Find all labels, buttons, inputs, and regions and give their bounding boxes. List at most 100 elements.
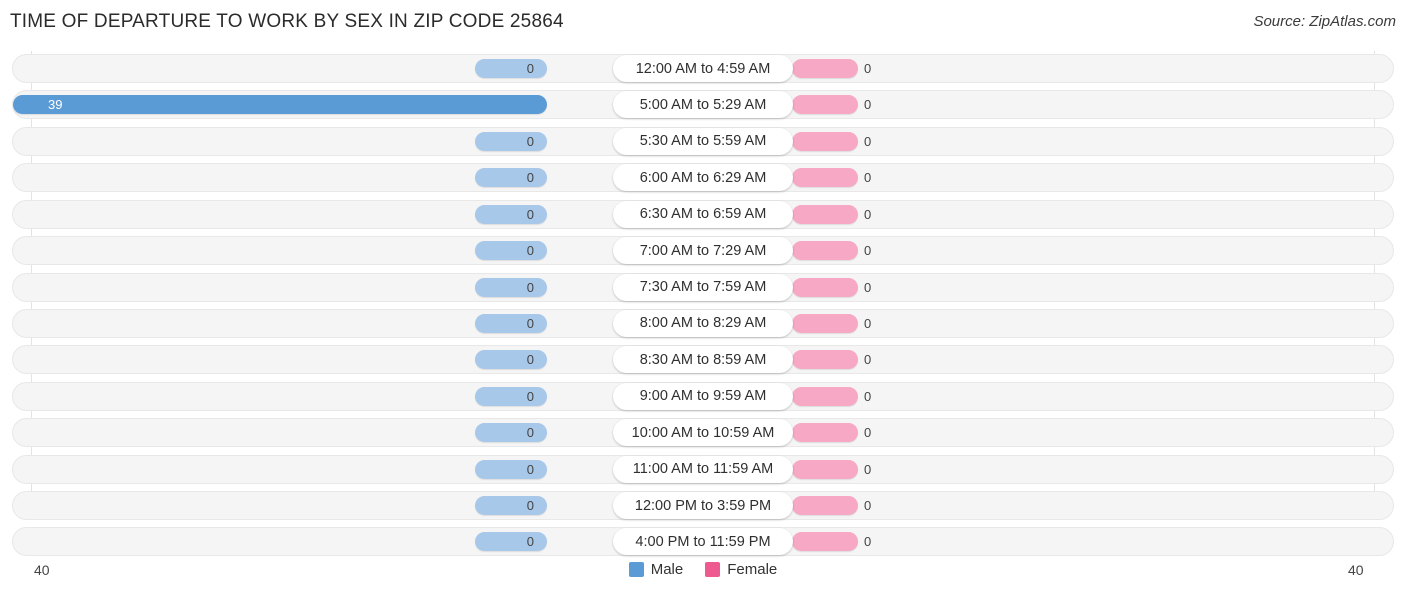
- bar-value-female: 0: [864, 133, 872, 149]
- chart-row: 0 0 6:00 AM to 6:29 AM: [0, 160, 1406, 196]
- bar-value-female: 0: [864, 279, 872, 295]
- bar-female: [792, 277, 858, 297]
- category-label-pill: 7:30 AM to 7:59 AM: [613, 273, 793, 301]
- legend-label: Male: [650, 561, 684, 578]
- chart-row: 0 0 12:00 PM to 3:59 PM: [0, 488, 1406, 524]
- chart-row: 0 0 4:00 PM to 11:59 PM: [0, 524, 1406, 560]
- category-label: 6:00 AM to 6:29 AM: [639, 169, 767, 186]
- bar-value-female: 0: [864, 461, 872, 477]
- bar-value-female: 0: [864, 97, 872, 113]
- legend-label: Female: [727, 561, 778, 578]
- bar-value-female: 0: [864, 425, 872, 441]
- category-label: 12:00 PM to 3:59 PM: [634, 497, 772, 514]
- page-title: TIME OF DEPARTURE TO WORK BY SEX IN ZIP …: [10, 11, 564, 32]
- bar-value-female: 0: [864, 61, 872, 76]
- chart-row: 0 0 7:30 AM to 7:59 AM: [0, 270, 1406, 306]
- chart-header: TIME OF DEPARTURE TO WORK BY SEX IN ZIP …: [0, 0, 1406, 46]
- category-label: 11:00 AM to 11:59 AM: [632, 461, 774, 478]
- legend-item-male[interactable]: Male: [628, 561, 684, 578]
- category-label-pill: 10:00 AM to 10:59 AM: [613, 419, 793, 447]
- category-label-pill: 6:30 AM to 6:59 AM: [613, 200, 793, 228]
- category-label: 6:30 AM to 6:59 AM: [639, 206, 767, 223]
- category-label: 12:00 AM to 4:59 AM: [635, 60, 771, 77]
- category-label: 4:00 PM to 11:59 PM: [635, 533, 771, 550]
- bar-value-male: 0: [526, 170, 534, 186]
- category-label: 9:00 AM to 9:59 AM: [639, 388, 767, 405]
- category-label: 8:30 AM to 8:59 AM: [639, 351, 767, 368]
- bar-value-male: 0: [526, 243, 534, 259]
- bar-value-female: 0: [864, 352, 872, 368]
- bar-value-male: 0: [526, 61, 534, 76]
- chart-row: 0 0 5:30 AM to 5:59 AM: [0, 124, 1406, 160]
- category-label-pill: 12:00 PM to 3:59 PM: [613, 492, 793, 520]
- bar-value-male: 39: [48, 97, 63, 113]
- bar-value-male: 0: [526, 388, 534, 404]
- bar-female: [792, 350, 858, 370]
- square-swatch-icon: [628, 562, 644, 577]
- bar-value-female: 0: [864, 388, 872, 404]
- bar-value-male: 0: [526, 352, 534, 368]
- bar-male: [475, 131, 547, 151]
- bar-value-male: 0: [526, 461, 534, 477]
- bar-male: [475, 241, 547, 261]
- bar-male: [475, 423, 547, 443]
- bar-female: [792, 532, 858, 552]
- bar-value-female: 0: [864, 243, 872, 259]
- chart-row: 0 0 7:00 AM to 7:29 AM: [0, 233, 1406, 269]
- bar-male: [475, 204, 547, 224]
- bar-male: [475, 532, 547, 552]
- bar-male: [475, 313, 547, 333]
- square-swatch-icon: [705, 562, 721, 577]
- category-label-pill: 9:00 AM to 9:59 AM: [613, 382, 793, 410]
- category-label-pill: 7:00 AM to 7:29 AM: [613, 237, 793, 265]
- bar-male: [475, 386, 547, 406]
- bar-female: [792, 459, 858, 479]
- chart-row: 0 0 12:00 AM to 4:59 AM: [0, 51, 1406, 87]
- bar-value-female: 0: [864, 315, 872, 331]
- bar-value-male: 0: [526, 133, 534, 149]
- bar-male: [475, 59, 547, 78]
- bar-value-male: 0: [526, 425, 534, 441]
- chart-legend: Male Female: [0, 561, 1406, 578]
- bar-value-female: 0: [864, 206, 872, 222]
- category-label: 7:30 AM to 7:59 AM: [639, 279, 767, 296]
- bar-value-male: 0: [526, 534, 534, 550]
- bar-value-male: 0: [526, 498, 534, 514]
- bar-value-male: 0: [526, 279, 534, 295]
- bar-male: [475, 277, 547, 297]
- bar-male: [12, 95, 547, 115]
- bar-value-female: 0: [864, 170, 872, 186]
- bar-male: [475, 350, 547, 370]
- bar-female: [792, 241, 858, 261]
- category-label-pill: 4:00 PM to 11:59 PM: [613, 528, 793, 556]
- bar-female: [792, 95, 858, 115]
- chart-row: 0 0 9:00 AM to 9:59 AM: [0, 379, 1406, 415]
- bar-female: [792, 313, 858, 333]
- category-label: 5:30 AM to 5:59 AM: [639, 133, 767, 150]
- bar-value-male: 0: [526, 206, 534, 222]
- bar-value-female: 0: [864, 534, 872, 550]
- category-label: 8:00 AM to 8:29 AM: [639, 315, 767, 332]
- bar-male: [475, 168, 547, 188]
- bar-male: [475, 496, 547, 516]
- category-label-pill: 5:00 AM to 5:29 AM: [613, 91, 793, 119]
- chart-row: 39 0 5:00 AM to 5:29 AM: [0, 87, 1406, 123]
- chart-row: 0 0 10:00 AM to 10:59 AM: [0, 415, 1406, 451]
- bar-female: [792, 496, 858, 516]
- bar-female: [792, 423, 858, 443]
- bar-value-male: 0: [526, 315, 534, 331]
- bar-female: [792, 168, 858, 188]
- source-attribution: Source: ZipAtlas.com: [1253, 13, 1396, 30]
- bar-value-female: 0: [864, 498, 872, 514]
- category-label-pill: 6:00 AM to 6:29 AM: [613, 164, 793, 192]
- category-label-pill: 5:30 AM to 5:59 AM: [613, 127, 793, 155]
- chart-row: 0 0 8:30 AM to 8:59 AM: [0, 342, 1406, 378]
- category-label-pill: 8:30 AM to 8:59 AM: [613, 346, 793, 374]
- bar-female: [792, 59, 858, 78]
- category-label-pill: 8:00 AM to 8:29 AM: [613, 309, 793, 337]
- category-label-pill: 12:00 AM to 4:59 AM: [613, 55, 793, 82]
- legend-item-female[interactable]: Female: [705, 561, 777, 578]
- category-label: 10:00 AM to 10:59 AM: [631, 424, 775, 441]
- category-label: 7:00 AM to 7:29 AM: [639, 242, 767, 259]
- category-label-pill: 11:00 AM to 11:59 AM: [613, 455, 793, 483]
